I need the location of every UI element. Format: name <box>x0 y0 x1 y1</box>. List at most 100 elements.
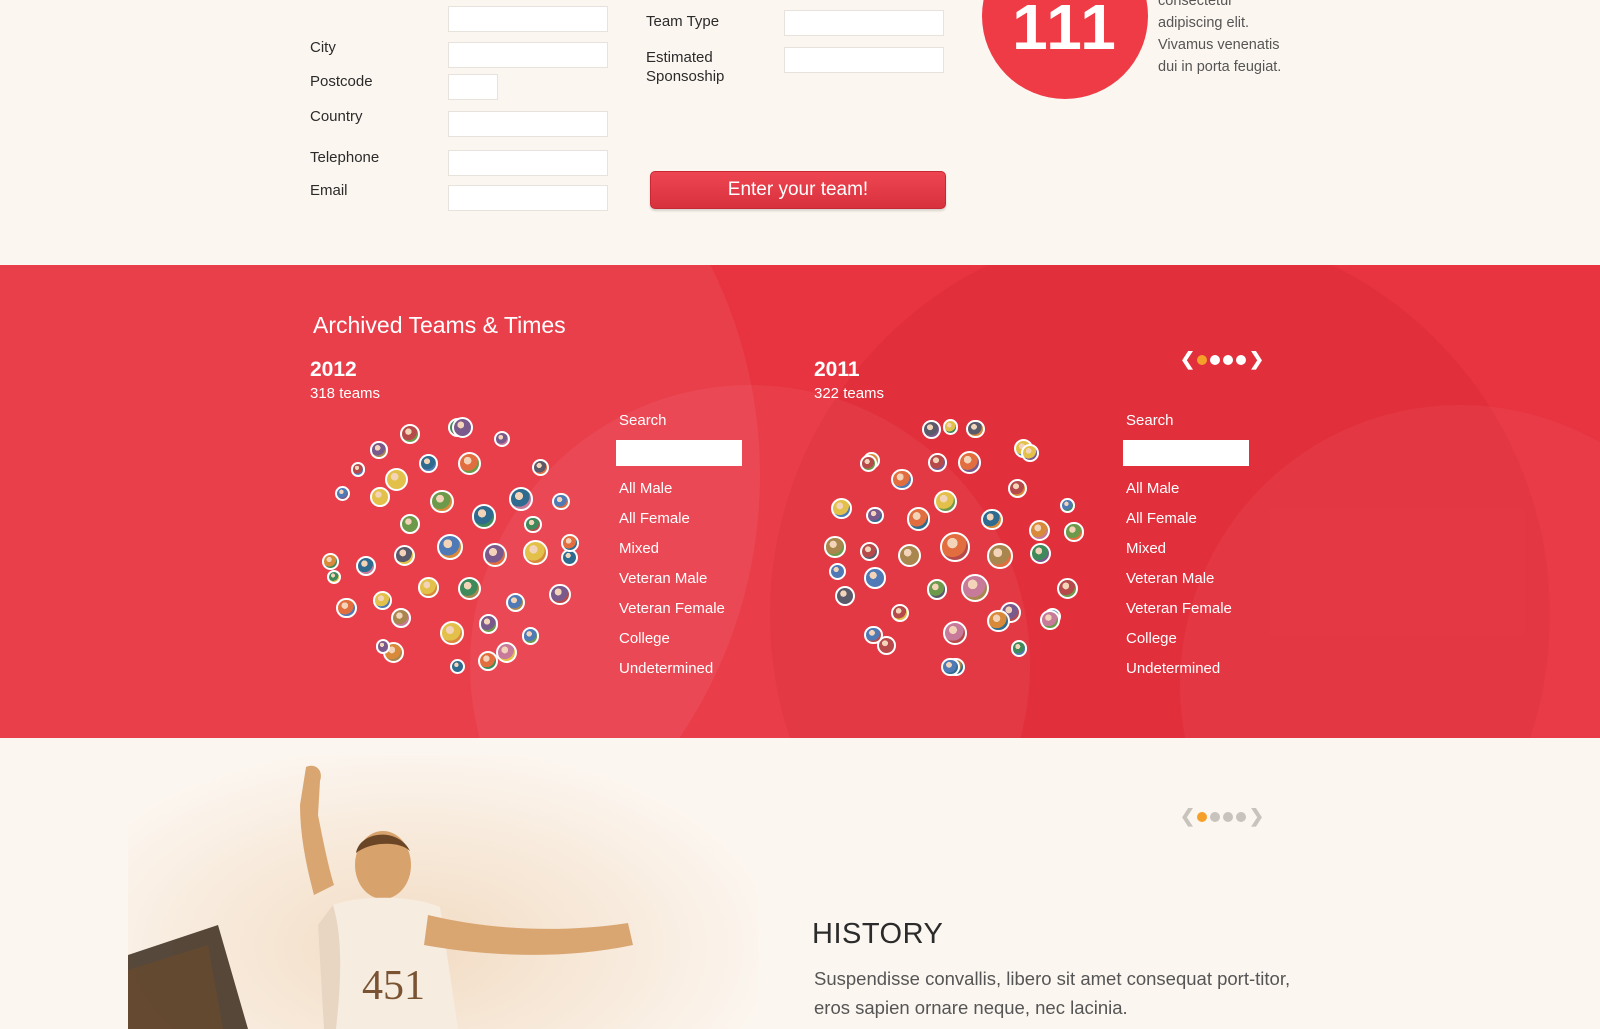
category-filter-item[interactable]: All Female <box>619 509 725 539</box>
team-photo-bubble[interactable] <box>531 459 549 477</box>
team-photo-bubble[interactable] <box>921 419 941 439</box>
search-input[interactable] <box>616 440 742 466</box>
team-photo-bubble[interactable] <box>552 493 570 511</box>
team-photo-bubble[interactable] <box>1056 577 1079 600</box>
category-filter-item[interactable]: Mixed <box>619 539 725 569</box>
pager-dot-4[interactable] <box>1236 811 1246 822</box>
country-field[interactable] <box>448 111 608 137</box>
team-photo-bubble[interactable] <box>1030 543 1052 565</box>
team-photo-bubble[interactable] <box>355 555 377 577</box>
team-photo-bubble[interactable] <box>981 509 1003 531</box>
team-photo-bubble[interactable] <box>326 569 341 585</box>
team-photo-bubble[interactable] <box>1010 640 1028 657</box>
enter-team-button[interactable]: Enter your team! <box>650 171 946 209</box>
team-photo-bubble[interactable] <box>505 592 526 613</box>
team-photo-bubble[interactable] <box>835 585 856 606</box>
chevron-left-icon[interactable]: ❮ <box>1180 806 1195 827</box>
team-photo-bubble[interactable] <box>440 620 465 645</box>
postcode-field[interactable] <box>448 74 498 100</box>
team-photo-bubble[interactable] <box>859 541 879 561</box>
team-photo-bubble[interactable] <box>399 513 421 535</box>
team-photo-bubble[interactable] <box>472 504 497 529</box>
team-photo-bubble[interactable] <box>941 657 961 677</box>
team-photo-bubble[interactable] <box>399 424 420 444</box>
category-filter-item[interactable]: Undetermined <box>1126 659 1232 689</box>
team-photo-bubble[interactable] <box>942 419 958 435</box>
team-photo-cluster[interactable] <box>810 402 1100 692</box>
team-photo-cluster[interactable] <box>305 402 595 692</box>
category-filter-item[interactable]: All Male <box>1126 479 1232 509</box>
search-input[interactable] <box>1123 440 1249 466</box>
team-photo-bubble[interactable] <box>987 610 1010 633</box>
email-field[interactable] <box>448 185 608 211</box>
team-photo-bubble[interactable] <box>828 562 847 580</box>
pager-dot-3[interactable] <box>1223 811 1233 822</box>
team-photo-bubble[interactable] <box>335 485 351 501</box>
category-filter-item[interactable]: All Male <box>619 479 725 509</box>
team-photo-bubble[interactable] <box>866 506 884 525</box>
team-photo-bubble[interactable] <box>430 489 454 514</box>
category-filter-item[interactable]: Veteran Male <box>619 569 725 599</box>
team-photo-bubble[interactable] <box>509 486 534 511</box>
address-field[interactable] <box>448 6 608 32</box>
team-photo-bubble[interactable] <box>450 659 466 675</box>
team-photo-bubble[interactable] <box>831 497 852 519</box>
category-filter-item[interactable]: Undetermined <box>619 659 725 689</box>
category-filter-item[interactable]: College <box>619 629 725 659</box>
team-photo-bubble[interactable] <box>560 533 579 552</box>
team-photo-bubble[interactable] <box>940 532 970 562</box>
team-photo-bubble[interactable] <box>1040 609 1061 630</box>
team-photo-bubble[interactable] <box>1060 498 1076 514</box>
team-photo-bubble[interactable] <box>926 579 948 600</box>
team-photo-bubble[interactable] <box>452 417 474 439</box>
chevron-left-icon[interactable]: ❮ <box>1180 349 1195 370</box>
team-photo-bubble[interactable] <box>523 540 549 566</box>
team-photo-bubble[interactable] <box>891 468 913 490</box>
team-photo-bubble[interactable] <box>394 544 416 566</box>
team-photo-bubble[interactable] <box>478 614 499 634</box>
team-photo-bubble[interactable] <box>496 642 518 664</box>
team-photo-bubble[interactable] <box>898 544 922 568</box>
team-photo-bubble[interactable] <box>864 625 883 645</box>
team-photo-bubble[interactable] <box>824 536 846 558</box>
team-photo-bubble[interactable] <box>1064 522 1084 542</box>
category-filter-item[interactable]: All Female <box>1126 509 1232 539</box>
team-photo-bubble[interactable] <box>1008 478 1028 498</box>
team-photo-bubble[interactable] <box>860 455 878 472</box>
team-photo-bubble[interactable] <box>934 490 958 514</box>
pager-dot-2[interactable] <box>1210 354 1220 365</box>
team-photo-bubble[interactable] <box>958 450 982 474</box>
team-photo-bubble[interactable] <box>457 577 482 601</box>
team-photo-bubble[interactable] <box>863 567 886 589</box>
pager-dot-4[interactable] <box>1236 354 1246 365</box>
team-photo-bubble[interactable] <box>1028 520 1050 542</box>
team-photo-bubble[interactable] <box>391 607 412 628</box>
team-photo-bubble[interactable] <box>370 441 388 459</box>
team-photo-bubble[interactable] <box>493 430 511 448</box>
team-photo-bubble[interactable] <box>373 591 392 610</box>
team-photo-bubble[interactable] <box>928 453 948 473</box>
city-field[interactable] <box>448 42 608 68</box>
pager-dot-1[interactable] <box>1197 354 1207 365</box>
pager-dot-3[interactable] <box>1223 354 1233 365</box>
team-photo-bubble[interactable] <box>436 533 464 561</box>
pager-dot-1[interactable] <box>1197 811 1207 822</box>
team-photo-bubble[interactable] <box>549 583 572 606</box>
team-photo-bubble[interactable] <box>483 543 508 568</box>
team-photo-bubble[interactable] <box>987 543 1013 569</box>
team-photo-bubble[interactable] <box>966 419 985 438</box>
team-photo-bubble[interactable] <box>322 553 340 571</box>
team-photo-bubble[interactable] <box>336 597 357 619</box>
team-photo-bubble[interactable] <box>961 574 990 603</box>
team-photo-bubble[interactable] <box>521 627 540 645</box>
category-filter-item[interactable]: College <box>1126 629 1232 659</box>
team-photo-bubble[interactable] <box>418 577 439 598</box>
team-photo-bubble[interactable] <box>418 454 438 474</box>
category-filter-item[interactable]: Veteran Female <box>1126 599 1232 629</box>
team-photo-bubble[interactable] <box>906 507 931 531</box>
team-photo-bubble[interactable] <box>350 462 366 478</box>
chevron-right-icon[interactable]: ❯ <box>1249 806 1264 827</box>
pager-dot-2[interactable] <box>1210 811 1220 822</box>
telephone-field[interactable] <box>448 150 608 176</box>
team-photo-bubble[interactable] <box>457 451 482 475</box>
